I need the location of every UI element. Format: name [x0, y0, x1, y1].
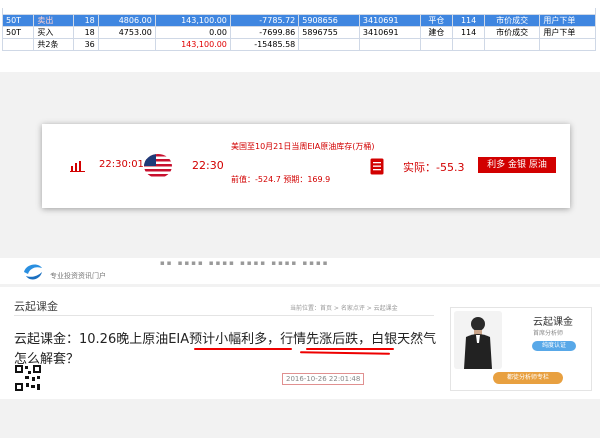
actual-label: 实际： — [403, 161, 436, 174]
previous-value: -524.7 — [255, 175, 281, 184]
cell-order-no: 5908656 — [298, 14, 360, 27]
annotation-underline — [194, 348, 292, 350]
cell-order-type: 市价成交 — [483, 14, 541, 27]
site-nav-cropped: ▪▪ ▪▪▪▪ ▪▪▪▪ ▪▪▪▪ ▪▪▪▪ ▪▪▪▪ — [160, 259, 330, 267]
cell-price: 4753.00 — [97, 26, 156, 39]
calendar-publish-time: 22:30:01 — [99, 159, 144, 170]
cell-seat: 114 — [452, 26, 485, 39]
calendar-card[interactable]: 22:30:01 22:30 美国至10月21日当周EIA原油库存(万桶) 前值… — [42, 124, 570, 208]
site-tagline: 专业投资资讯门户 — [50, 272, 106, 280]
article-date: 2016-10-26 22:01:48 — [282, 373, 365, 385]
calendar-actual: 实际：-55.3 — [403, 159, 464, 175]
cell-amount: 0.00 — [154, 26, 231, 39]
calendar-event-name: 美国至10月21日当周EIA原油库存(万桶) — [231, 142, 375, 151]
us-flag-icon — [144, 154, 172, 178]
article-headline: 云起课金：10.26晚上原油EIA预计小幅利多，行情先涨后跌，白银天然气怎么解套… — [14, 332, 437, 367]
annotation-underline — [306, 348, 394, 350]
cell-code: 50T — [1, 26, 35, 39]
cell-side: 买入 — [33, 26, 75, 39]
author-column-button[interactable]: 都徒分析师专栏 — [493, 372, 563, 384]
cell-deal-no: 3410691 — [358, 14, 421, 27]
cell-type: 建仓 — [419, 26, 454, 39]
author-name[interactable]: 云起课金 — [533, 313, 573, 328]
bar-chart-icon — [70, 161, 85, 172]
cell-code: 50T — [1, 14, 35, 27]
cell-qty: 18 — [73, 26, 99, 39]
calendar-event-time: 22:30 — [192, 159, 224, 172]
site-logo-icon[interactable] — [22, 262, 44, 282]
cell-order-type: 市价成交 — [483, 26, 541, 39]
verify-badge: 纯度认证 — [532, 341, 576, 351]
total-amount: 143,100.00 — [154, 38, 231, 51]
table-row[interactable]: 50T 买入 18 4753.00 0.00 -7699.86 5896755 … — [1, 26, 596, 39]
total-qty: 36 — [73, 38, 99, 51]
cell-type: 平仓 — [419, 14, 454, 27]
cell-source: 用户下单 — [539, 14, 596, 27]
total-label: 共2条 — [33, 38, 75, 51]
document-icon — [370, 158, 384, 175]
total-pnl: -15485.58 — [229, 38, 300, 51]
avatar[interactable] — [454, 311, 502, 369]
cell-deal-no: 3410691 — [358, 26, 421, 39]
breadcrumb[interactable]: 当前位置：首页 > 名家点评 > 云起课金 — [290, 303, 398, 312]
forecast-value: 169.9 — [307, 175, 331, 184]
cell-order-no: 5896755 — [298, 26, 360, 39]
section-divider — [14, 315, 434, 316]
actual-value: -55.3 — [436, 161, 465, 174]
cell-price: 4806.00 — [97, 14, 156, 27]
table-total-row: 共2条 36 143,100.00 -15485.58 — [1, 38, 596, 51]
table-row[interactable]: 50T 卖出 18 4806.00 143,100.00 -7785.72 59… — [1, 14, 596, 27]
cell-qty: 18 — [73, 14, 99, 27]
forecast-label: 预期： — [283, 175, 308, 184]
trade-table: 50T 卖出 18 4806.00 143,100.00 -7785.72 59… — [1, 8, 596, 51]
section-title[interactable]: 云起课金 — [14, 298, 58, 314]
previous-label: 前值： — [231, 175, 255, 184]
qr-code-icon — [14, 364, 42, 392]
cell-side: 卖出 — [33, 14, 75, 27]
impact-badge[interactable]: 利多 金银 原油 — [478, 157, 556, 173]
calendar-prev-forecast: 前值：-524.7 预期：169.9 — [231, 174, 330, 185]
screenshot-page: 50T 卖出 18 4806.00 143,100.00 -7785.72 59… — [0, 0, 600, 438]
cell-source: 用户下单 — [539, 26, 596, 39]
cell-seat: 114 — [452, 14, 485, 27]
cell-amount: 143,100.00 — [154, 14, 231, 27]
cell-pnl: -7699.86 — [229, 26, 300, 39]
author-role: 首席分析师 — [533, 330, 564, 337]
cell-pnl: -7785.72 — [229, 14, 300, 27]
